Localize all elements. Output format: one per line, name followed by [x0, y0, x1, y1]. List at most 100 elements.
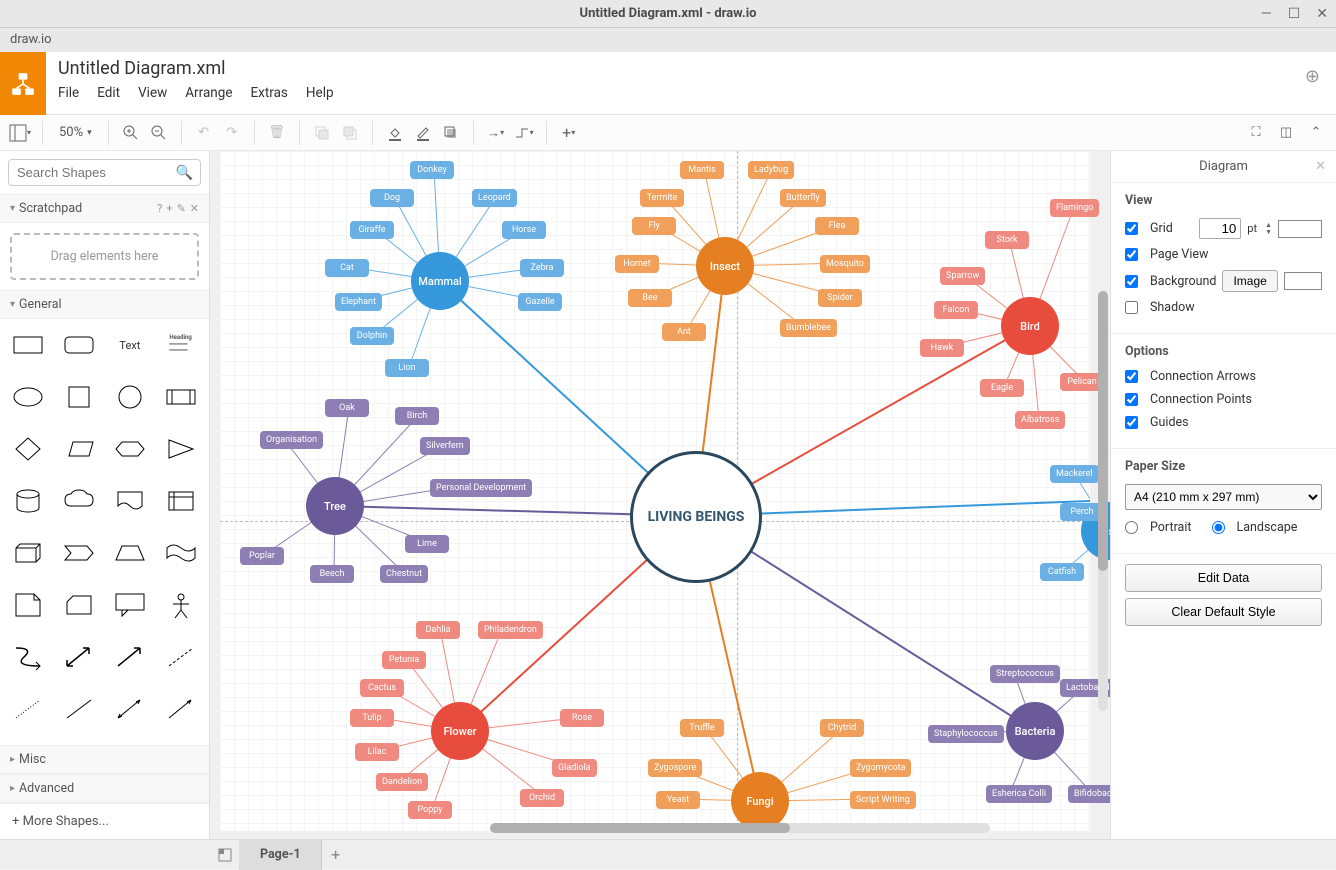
- mammal-leaf[interactable]: Dolphin: [350, 327, 394, 345]
- shape-circle[interactable]: [108, 379, 153, 415]
- bacteria-node[interactable]: Bacteria: [1006, 702, 1064, 760]
- app-logo[interactable]: [0, 52, 46, 115]
- menu-edit[interactable]: Edit: [97, 85, 120, 101]
- insect-leaf[interactable]: Flea: [815, 217, 859, 235]
- maximize-icon[interactable]: ☐: [1288, 6, 1301, 22]
- line-color-icon[interactable]: [411, 121, 435, 145]
- zoom-dropdown[interactable]: 50% ▾: [53, 125, 98, 140]
- mammal-leaf[interactable]: Donkey: [410, 161, 454, 179]
- shape-dotted-line[interactable]: [6, 691, 51, 727]
- flower-node[interactable]: Flower: [431, 702, 489, 760]
- more-shapes-button[interactable]: + More Shapes...: [0, 803, 209, 839]
- insect-leaf[interactable]: Butterfly: [780, 189, 826, 207]
- shape-heading[interactable]: Heading━━━━━━━━━━: [158, 327, 203, 363]
- shape-text[interactable]: Text: [108, 327, 153, 363]
- shape-note[interactable]: [6, 587, 51, 623]
- advanced-header[interactable]: ▸ Advanced: [0, 774, 209, 803]
- bird-leaf[interactable]: Stork: [985, 231, 1029, 249]
- view-mode-button[interactable]: ▾: [8, 121, 32, 145]
- shape-bidir-thin[interactable]: [108, 691, 153, 727]
- shape-trapezoid[interactable]: [108, 535, 153, 571]
- scrollbar-thumb[interactable]: [1098, 291, 1108, 571]
- shape-rectangle[interactable]: [6, 327, 51, 363]
- vertical-scrollbar[interactable]: [1098, 291, 1108, 711]
- shape-dashed-line[interactable]: [158, 639, 203, 675]
- insect-leaf[interactable]: Mantis: [680, 161, 724, 179]
- flower-leaf[interactable]: Gladiola: [552, 759, 597, 777]
- bird-leaf[interactable]: Flamingo: [1050, 199, 1099, 217]
- menu-arrange[interactable]: Arrange: [185, 85, 232, 101]
- canvas-wrapper[interactable]: LIVING BEINGS MammalDonkeyDogLeopardGira…: [210, 151, 1110, 839]
- mammal-leaf[interactable]: Dog: [370, 189, 414, 207]
- insect-leaf[interactable]: Bee: [628, 289, 672, 307]
- collapse-icon[interactable]: ⌃: [1304, 121, 1328, 145]
- flower-leaf[interactable]: Poppy: [408, 801, 452, 819]
- zoom-out-icon[interactable]: [147, 121, 171, 145]
- tree-leaf[interactable]: Silverfern: [420, 437, 470, 455]
- shape-triangle[interactable]: [158, 431, 203, 467]
- tree-leaf[interactable]: Beech: [310, 565, 354, 583]
- zoom-in-icon[interactable]: [119, 121, 143, 145]
- fish-leaf[interactable]: Mackerel: [1050, 465, 1099, 483]
- close-scratch-icon[interactable]: ✕: [190, 202, 199, 215]
- edit-scratch-icon[interactable]: ✎: [177, 202, 186, 215]
- grid-size-input[interactable]: [1199, 218, 1241, 239]
- redo-icon[interactable]: ↷: [220, 121, 244, 145]
- add-icon[interactable]: + ▾: [557, 121, 581, 145]
- document-title[interactable]: Untitled Diagram.xml: [58, 58, 1277, 79]
- flower-leaf[interactable]: Lilac: [355, 743, 399, 761]
- tree-leaf[interactable]: Poplar: [240, 547, 284, 565]
- flower-leaf[interactable]: Dahlia: [416, 621, 460, 639]
- shape-directional[interactable]: [158, 691, 203, 727]
- add-page-button[interactable]: +: [322, 840, 350, 870]
- search-input[interactable]: [8, 159, 201, 186]
- bird-leaf[interactable]: Falcon: [934, 301, 978, 319]
- center-node[interactable]: LIVING BEINGS: [630, 451, 762, 583]
- general-header[interactable]: ▾ General: [0, 290, 209, 319]
- tree-leaf[interactable]: Oak: [325, 399, 369, 417]
- fungi-leaf[interactable]: Script Writing: [850, 791, 916, 809]
- menu-help[interactable]: Help: [306, 85, 334, 101]
- scratchpad-header[interactable]: ▾ Scratchpad ? + ✎ ✕: [0, 194, 209, 223]
- shape-line[interactable]: [57, 691, 102, 727]
- mammal-node[interactable]: Mammal: [411, 252, 469, 310]
- mammal-leaf[interactable]: Giraffe: [350, 221, 394, 239]
- stepper-down-icon[interactable]: ▼: [1265, 229, 1272, 236]
- bird-leaf[interactable]: Sparrow: [940, 267, 985, 285]
- mammal-leaf[interactable]: Lion: [385, 359, 429, 377]
- fungi-leaf[interactable]: Zygospore: [648, 759, 702, 777]
- bird-node[interactable]: Bird: [1001, 297, 1059, 355]
- shape-document[interactable]: [108, 483, 153, 519]
- fungi-leaf[interactable]: Chytrid: [820, 719, 864, 737]
- scratchpad-dropzone[interactable]: Drag elements here: [10, 233, 199, 280]
- misc-header[interactable]: ▸ Misc: [0, 745, 209, 774]
- flower-leaf[interactable]: Rose: [560, 709, 604, 727]
- undo-icon[interactable]: ↶: [192, 121, 216, 145]
- menu-extras[interactable]: Extras: [250, 85, 287, 101]
- guides-checkbox[interactable]: [1125, 416, 1138, 429]
- language-icon[interactable]: ⊕: [1289, 52, 1336, 101]
- grid-color-swatch[interactable]: [1278, 220, 1322, 238]
- shape-square[interactable]: [57, 379, 102, 415]
- mammal-leaf[interactable]: Horse: [502, 221, 546, 239]
- format-panel-toggle-icon[interactable]: ◫: [1274, 121, 1298, 145]
- flower-leaf[interactable]: Philadendron: [478, 621, 543, 639]
- insect-leaf[interactable]: Fly: [632, 217, 676, 235]
- add-scratch-icon[interactable]: +: [166, 202, 172, 215]
- mammal-leaf[interactable]: Zebra: [520, 259, 564, 277]
- help-icon[interactable]: ?: [157, 202, 162, 215]
- insect-node[interactable]: Insect: [696, 237, 754, 295]
- shadow-checkbox[interactable]: [1125, 301, 1138, 314]
- shape-cube[interactable]: [6, 535, 51, 571]
- background-color-swatch[interactable]: [1284, 272, 1322, 290]
- conn-arrows-checkbox[interactable]: [1125, 370, 1138, 383]
- bird-leaf[interactable]: Albatross: [1015, 411, 1065, 429]
- shape-internal-storage[interactable]: [158, 483, 203, 519]
- portrait-radio[interactable]: [1125, 521, 1138, 534]
- waypoint-icon[interactable]: ▾: [512, 121, 536, 145]
- scrollbar-thumb[interactable]: [490, 823, 790, 833]
- shadow-icon[interactable]: [439, 121, 463, 145]
- shape-card[interactable]: [57, 587, 102, 623]
- fungi-leaf[interactable]: Truffle: [680, 719, 724, 737]
- image-button[interactable]: Image: [1222, 270, 1277, 292]
